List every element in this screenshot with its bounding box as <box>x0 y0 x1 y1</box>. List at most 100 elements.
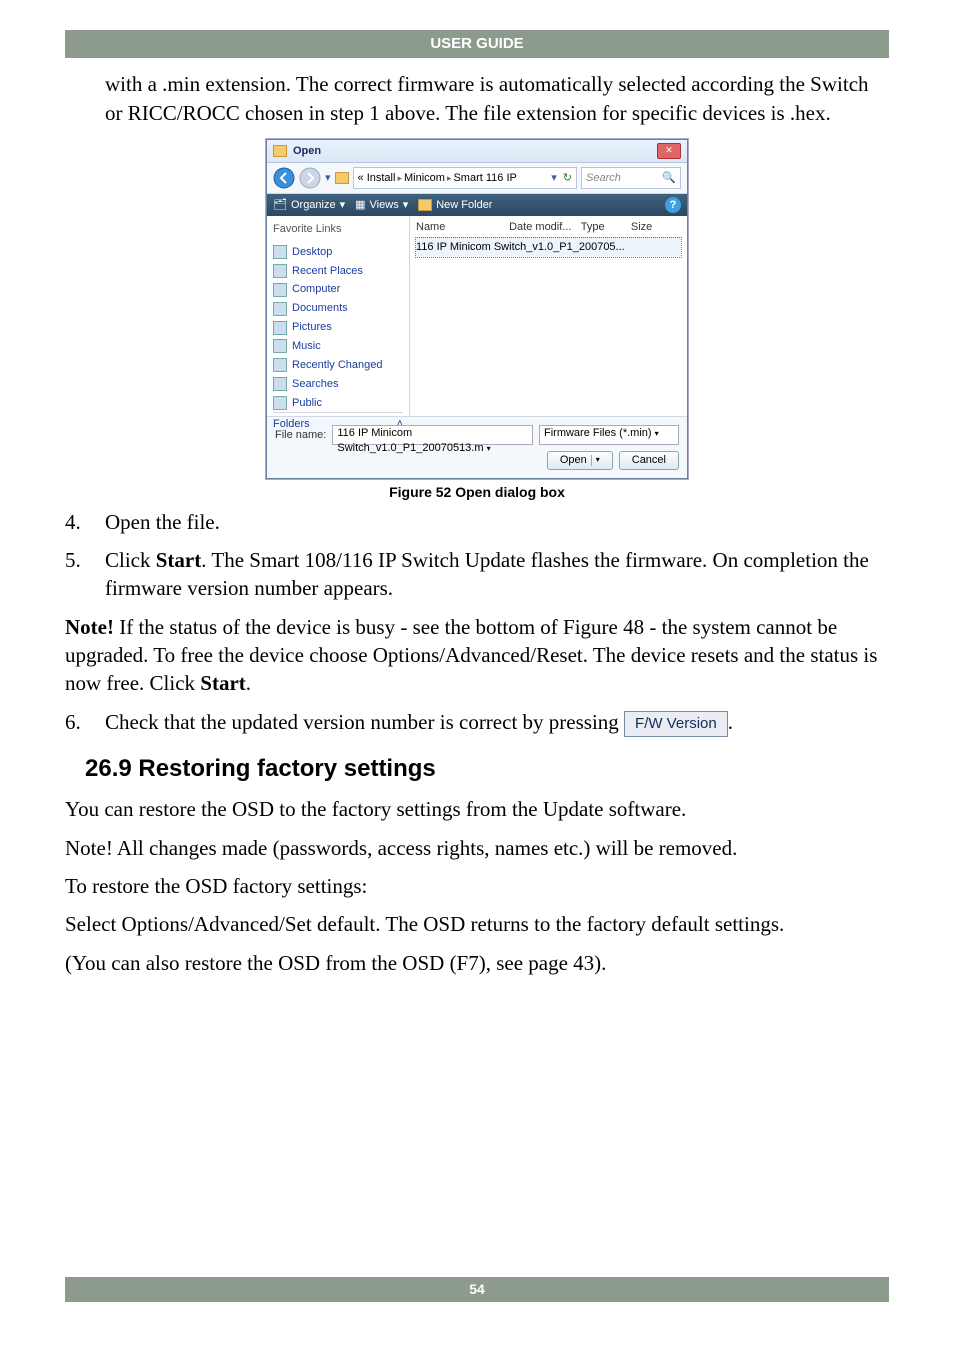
search-placeholder: Search <box>586 171 621 186</box>
crumb-2[interactable]: Smart 116 IP <box>453 171 516 186</box>
step-4: 4. Open the file. <box>65 508 889 536</box>
col-size[interactable]: Size <box>631 220 681 235</box>
favorites-panel: Favorite Links Desktop Recent Places Com… <box>267 216 410 416</box>
step-number: 4. <box>65 508 105 536</box>
file-row[interactable]: 116 IP Minicom Switch_v1.0_P1_200705... <box>416 238 681 257</box>
fav-label: Desktop <box>292 245 332 260</box>
computer-icon <box>273 283 287 297</box>
folder-icon <box>335 172 349 184</box>
folder-icon <box>418 199 432 211</box>
page-footer: 54 <box>65 1277 889 1302</box>
para-5: (You can also restore the OSD from the O… <box>65 949 889 977</box>
filetype-select[interactable]: Firmware Files (*.min) ▾ <box>539 425 679 445</box>
bold-text: Start <box>200 671 246 695</box>
chevron-down-icon: ▾ <box>403 198 409 213</box>
text: . <box>728 710 733 734</box>
fw-version-button[interactable]: F/W Version <box>624 711 728 737</box>
fav-recently-changed[interactable]: Recently Changed <box>273 358 403 373</box>
forward-button[interactable] <box>299 167 321 189</box>
fav-label: Searches <box>292 377 338 392</box>
col-type[interactable]: Type <box>581 220 631 235</box>
step-5: 5. Click Start. The Smart 108/116 IP Swi… <box>65 546 889 603</box>
step-number: 5. <box>65 546 105 603</box>
file-name: 116 IP Minicom Switch_v1.0_P1_200705... <box>416 240 625 255</box>
fav-label: Recently Changed <box>292 358 383 373</box>
fav-searches[interactable]: Searches <box>273 377 403 392</box>
fav-public[interactable]: Public <box>273 396 403 411</box>
music-icon <box>273 339 287 353</box>
intro-paragraph: with a .min extension. The correct firmw… <box>105 70 889 127</box>
filetype-value: Firmware Files (*.min) <box>544 427 652 439</box>
para-3: To restore the OSD factory settings: <box>65 872 889 900</box>
section-heading: 26.9 Restoring factory settings <box>85 753 889 785</box>
views-icon: ▦ <box>355 198 365 213</box>
fav-label: Public <box>292 396 322 411</box>
col-name[interactable]: Name <box>416 220 509 235</box>
fav-recent-places[interactable]: Recent Places <box>273 264 403 279</box>
cancel-button[interactable]: Cancel <box>619 451 679 470</box>
figure-open-dialog: Open ✕ ▾ « Install▸ Minicom▸ Smart 116 I… <box>65 139 889 479</box>
documents-icon <box>273 302 287 316</box>
views-label: Views <box>370 198 399 213</box>
note-body: Note! If the status of the device is bus… <box>65 613 889 698</box>
search-input[interactable]: Search 🔍 <box>581 167 681 189</box>
fav-music[interactable]: Music <box>273 339 403 354</box>
file-list-header: Name Date modif... Type Size <box>416 220 681 238</box>
recently-changed-icon <box>273 358 287 372</box>
para-2: Note! All changes made (passwords, acces… <box>65 834 889 862</box>
new-folder-label: New Folder <box>436 198 492 213</box>
open-dialog: Open ✕ ▾ « Install▸ Minicom▸ Smart 116 I… <box>266 139 688 479</box>
fav-pictures[interactable]: Pictures <box>273 320 403 335</box>
note: Note! If the status of the device is bus… <box>65 613 889 698</box>
filename-label: File name: <box>275 428 326 443</box>
breadcrumb[interactable]: « Install▸ Minicom▸ Smart 116 IP ▾ ↻ <box>353 167 577 189</box>
fav-documents[interactable]: Documents <box>273 301 403 316</box>
crumb-0[interactable]: « Install <box>358 171 396 186</box>
recent-dropdown-icon[interactable]: ▾ <box>325 171 331 186</box>
public-icon <box>273 396 287 410</box>
step-6: 6. Check that the updated version number… <box>65 708 889 737</box>
dialog-titlebar: Open ✕ <box>267 140 687 163</box>
step-body: Check that the updated version number is… <box>105 708 889 737</box>
text: . The Smart 108/116 IP Switch Update fla… <box>105 548 869 600</box>
chevron-right-icon: ▸ <box>397 172 402 184</box>
step-body: Open the file. <box>105 508 889 536</box>
text: . <box>246 671 251 695</box>
crumb-1[interactable]: Minicom <box>404 171 445 186</box>
page-header: USER GUIDE <box>65 30 889 58</box>
filename-value: 116 IP Minicom Switch_v1.0_P1_20070513.m <box>337 427 483 454</box>
new-folder-button[interactable]: New Folder <box>418 198 492 213</box>
back-button[interactable] <box>273 167 295 189</box>
refresh-icon[interactable]: ↻ <box>563 171 572 186</box>
chevron-down-icon: ▾ <box>655 429 659 438</box>
chevron-down-icon: ▾ <box>591 455 600 466</box>
fav-label: Pictures <box>292 320 332 335</box>
col-date[interactable]: Date modif... <box>509 220 581 235</box>
organize-icon: 🗂 <box>273 198 287 213</box>
fav-label: Recent Places <box>292 264 363 279</box>
open-button[interactable]: Open ▾ <box>547 451 613 470</box>
chevron-down-icon: ▾ <box>340 198 346 213</box>
note-label: Note! <box>65 615 114 639</box>
organize-menu[interactable]: 🗂 Organize ▾ <box>273 198 345 213</box>
desktop-icon <box>273 245 287 259</box>
figure-caption: Figure 52 Open dialog box <box>65 483 889 502</box>
folder-icon <box>273 145 287 157</box>
searches-icon <box>273 377 287 391</box>
close-button[interactable]: ✕ <box>657 143 681 159</box>
help-button[interactable]: ? <box>665 197 681 213</box>
organize-label: Organize <box>291 198 336 213</box>
open-button-label: Open <box>560 453 587 468</box>
text: If the status of the device is busy - se… <box>65 615 877 696</box>
recent-places-icon <box>273 264 287 278</box>
fav-computer[interactable]: Computer <box>273 282 403 297</box>
text: Check that the updated version number is… <box>105 710 624 734</box>
fav-label: Documents <box>292 301 348 316</box>
breadcrumb-dropdown-icon[interactable]: ▾ <box>551 171 557 186</box>
fav-desktop[interactable]: Desktop <box>273 245 403 260</box>
filename-input[interactable]: 116 IP Minicom Switch_v1.0_P1_20070513.m… <box>332 425 533 445</box>
dialog-title-text: Open <box>293 144 321 159</box>
views-menu[interactable]: ▦ Views ▾ <box>355 198 408 213</box>
dialog-toolbar: 🗂 Organize ▾ ▦ Views ▾ New Folder ? <box>267 194 687 216</box>
pictures-icon <box>273 321 287 335</box>
